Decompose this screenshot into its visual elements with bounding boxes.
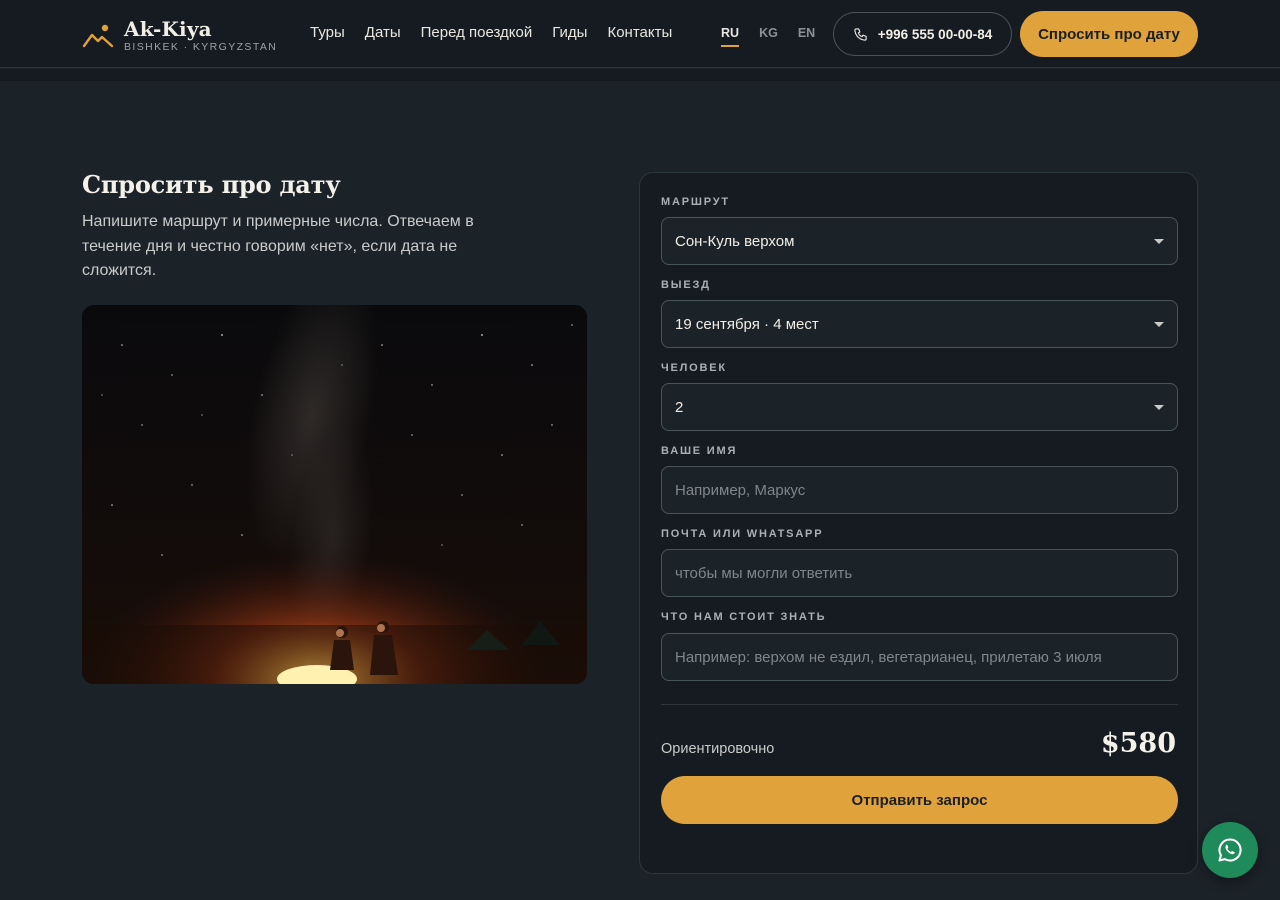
contact-placeholder: чтобы мы могли ответить xyxy=(675,564,853,582)
departure-select[interactable]: 19 сентября · 4 мест xyxy=(661,300,1178,348)
submit-button[interactable]: Отправить запрос xyxy=(661,776,1178,824)
notes-placeholder: Например: верхом не ездил, вегетарианец,… xyxy=(675,648,1102,666)
lang-kg[interactable]: KG xyxy=(759,24,778,42)
lang-en[interactable]: EN xyxy=(798,24,815,42)
route-select[interactable]: Сон-Куль верхом xyxy=(661,217,1178,265)
lang-ru[interactable]: RU xyxy=(721,24,740,47)
mountain-sun-icon xyxy=(82,24,114,48)
departure-value: 19 сентября · 4 мест xyxy=(675,315,819,333)
nav-dates[interactable]: Даты xyxy=(365,22,401,44)
people-value: 2 xyxy=(675,398,684,416)
contact-input[interactable]: чтобы мы могли ответить xyxy=(661,549,1178,597)
name-label: ВАШЕ ИМЯ xyxy=(661,445,738,457)
route-label: МАРШРУТ xyxy=(661,196,730,208)
contact-label: ПОЧТА ИЛИ WHATSAPP xyxy=(661,528,824,540)
estimate-label: Ориентировочно xyxy=(661,741,775,757)
ask-date-button[interactable]: Спросить про дату xyxy=(1020,11,1198,57)
language-switcher: RU KG EN xyxy=(721,24,815,47)
nav-before-trip[interactable]: Перед поездкой xyxy=(421,22,533,44)
whatsapp-icon xyxy=(1218,838,1242,862)
name-input[interactable]: Например, Маркус xyxy=(661,466,1178,514)
phone-button[interactable]: +996 555 00-00-84 xyxy=(833,12,1012,56)
request-form: МАРШРУТ Сон-Куль верхом ВЫЕЗД 19 сентябр… xyxy=(639,172,1198,874)
whatsapp-button[interactable] xyxy=(1202,822,1258,878)
nav-tours[interactable]: Туры xyxy=(310,22,345,44)
route-value: Сон-Куль верхом xyxy=(675,232,795,250)
departure-label: ВЫЕЗД xyxy=(661,279,711,291)
logo[interactable]: Ak-Kiya BISHKEK · KYRGYZSTAN xyxy=(82,18,277,53)
phone-number: +996 555 00-00-84 xyxy=(877,26,993,42)
chevron-down-icon xyxy=(1154,322,1164,327)
page-description: Напишите маршрут и примерные числа. Отве… xyxy=(82,213,474,279)
header-band xyxy=(0,69,1280,81)
people-select[interactable]: 2 xyxy=(661,383,1178,431)
chevron-down-icon xyxy=(1154,405,1164,410)
phone-icon xyxy=(854,27,867,41)
main-nav: Туры Даты Перед поездкой Гиды Контакты xyxy=(310,22,672,44)
nav-guides[interactable]: Гиды xyxy=(552,22,587,44)
nav-contacts[interactable]: Контакты xyxy=(607,22,672,44)
people-label: ЧЕЛОВЕК xyxy=(661,362,727,374)
name-placeholder: Например, Маркус xyxy=(675,481,806,499)
campfire-night-photo xyxy=(82,305,587,684)
page-title: Спросить про дату xyxy=(82,170,341,199)
estimate-price: $580 xyxy=(1100,728,1176,759)
site-header: Ak-Kiya BISHKEK · KYRGYZSTAN Туры Даты П… xyxy=(0,0,1280,68)
logo-title: Ak-Kiya xyxy=(124,17,212,41)
logo-subtitle: BISHKEK · KYRGYZSTAN xyxy=(124,41,278,53)
form-divider xyxy=(661,704,1178,705)
notes-label: ЧТО НАМ СТОИТ ЗНАТЬ xyxy=(661,611,827,623)
chevron-down-icon xyxy=(1154,239,1164,244)
notes-input[interactable]: Например: верхом не ездил, вегетарианец,… xyxy=(661,633,1178,681)
